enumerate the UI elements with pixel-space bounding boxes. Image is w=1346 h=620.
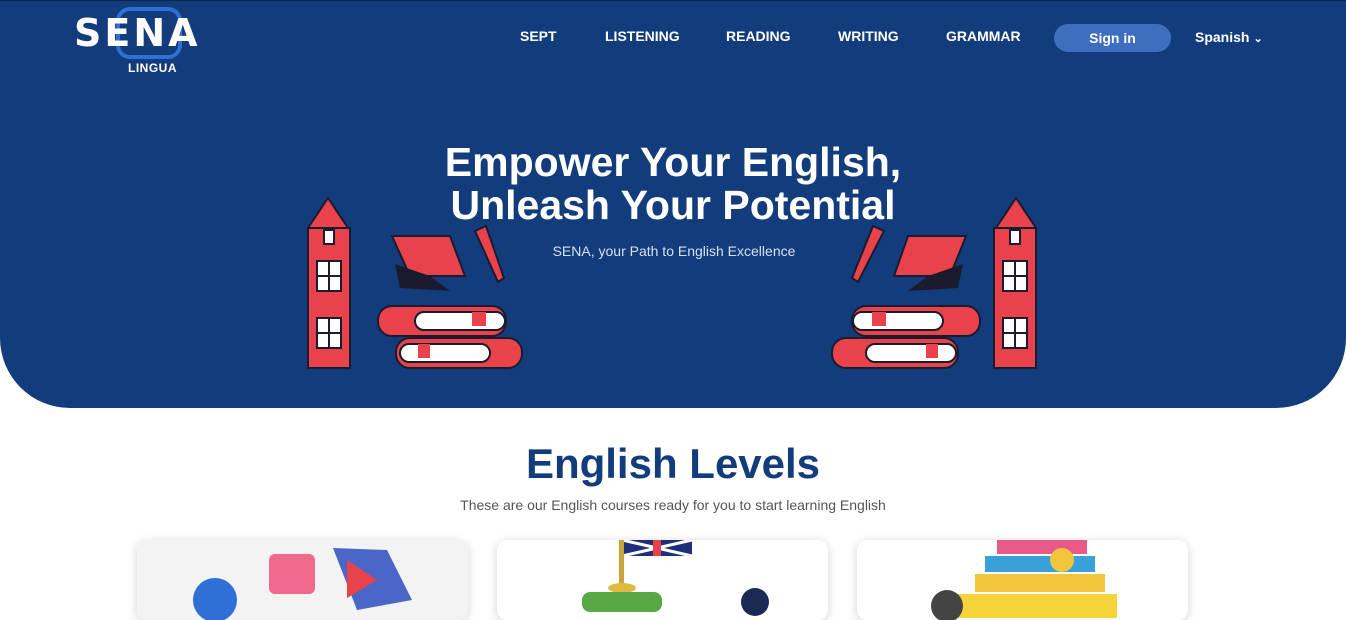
course-illustration bbox=[137, 540, 468, 620]
graduation-cap-icon bbox=[390, 235, 467, 291]
language-label: Spanish bbox=[1195, 29, 1250, 45]
hero-banner: SENA LINGUA SEPT LISTENING READING WRITI… bbox=[0, 0, 1346, 408]
london-books-illustration-left bbox=[306, 196, 523, 369]
books-stack-icon bbox=[831, 305, 981, 369]
level-card[interactable] bbox=[857, 540, 1188, 620]
nav-writing[interactable]: WRITING bbox=[838, 28, 899, 44]
sena-logo[interactable]: SENA LINGUA bbox=[74, 7, 214, 77]
nav-grammar[interactable]: GRAMMAR bbox=[946, 28, 1021, 44]
london-books-illustration-right bbox=[831, 196, 1038, 369]
levels-subtitle: These are our English courses ready for … bbox=[460, 497, 886, 513]
sign-in-button[interactable]: Sign in bbox=[1054, 24, 1171, 52]
chevron-down-icon: ⌄ bbox=[1253, 33, 1263, 45]
course-illustration bbox=[931, 540, 1117, 620]
nav-listening[interactable]: LISTENING bbox=[605, 28, 680, 44]
pencil-icon bbox=[473, 224, 506, 284]
language-selector[interactable]: Spanish ⌄ bbox=[1195, 29, 1263, 45]
nav-reading[interactable]: READING bbox=[726, 28, 791, 44]
levels-title: English Levels bbox=[525, 440, 821, 487]
nav-sept[interactable]: SEPT bbox=[520, 28, 557, 44]
logo-text: SENA bbox=[74, 11, 201, 55]
level-card[interactable] bbox=[497, 540, 828, 620]
logo-subtext: LINGUA bbox=[128, 61, 177, 75]
clock-tower-icon bbox=[306, 196, 351, 369]
books-stack-icon bbox=[377, 305, 523, 369]
clock-tower-icon bbox=[993, 196, 1038, 369]
level-card[interactable] bbox=[137, 540, 468, 620]
graduation-cap-icon bbox=[892, 235, 968, 291]
pencil-icon bbox=[850, 224, 886, 284]
course-illustration bbox=[582, 540, 769, 616]
hero-title-line1: Empower Your English, bbox=[444, 139, 902, 185]
hero-tagline: SENA, your Path to English Excellence bbox=[552, 243, 796, 259]
